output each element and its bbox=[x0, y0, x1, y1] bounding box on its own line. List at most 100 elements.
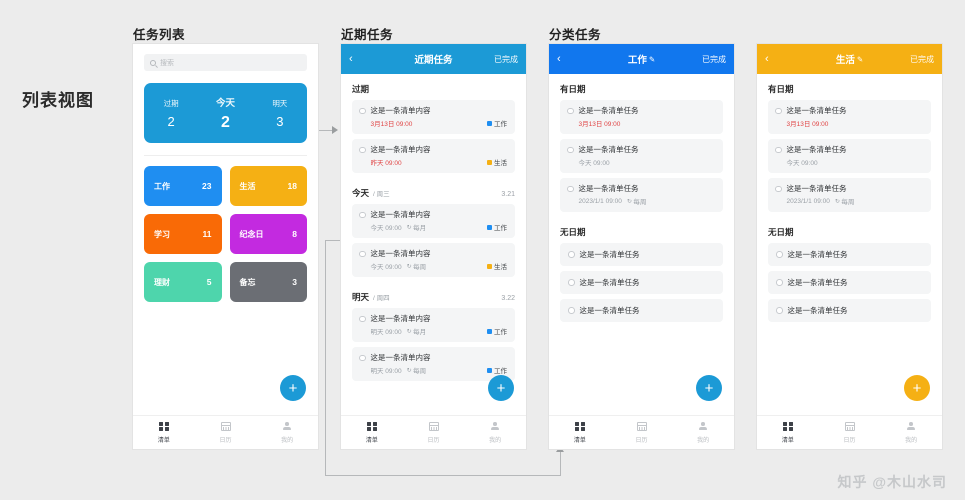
task-checkbox[interactable] bbox=[776, 307, 783, 314]
task-row[interactable]: 这是一条清单任务 bbox=[560, 299, 723, 322]
task-checkbox[interactable] bbox=[568, 251, 575, 258]
category-tile-2[interactable]: 学习 11 bbox=[144, 214, 222, 254]
tab-日历[interactable]: 日历 bbox=[611, 421, 673, 444]
task-row[interactable]: 这是一条清单任务 2023/1/1 09:00 ↻ 每周 bbox=[560, 178, 723, 212]
category-tile-4[interactable]: 理财 5 bbox=[144, 262, 222, 302]
task-time: 今天 09:00 bbox=[370, 225, 402, 232]
tab-我的[interactable]: 我的 bbox=[464, 421, 526, 444]
task-row[interactable]: 这是一条清单任务 bbox=[768, 243, 931, 266]
task-meta: 昨天 09:00 bbox=[371, 157, 482, 167]
tab-我的[interactable]: 我的 bbox=[256, 421, 318, 444]
tab-日历[interactable]: 日历 bbox=[403, 421, 465, 444]
task-list[interactable]: 有日期 这是一条清单任务 3月13日 09:00 这是一条清单任务 今天 09:00 这是… bbox=[757, 74, 942, 415]
task-row[interactable]: 这是一条清单内容 明天 09:00 ↻ 每月 工作 bbox=[352, 308, 515, 342]
task-checkbox[interactable] bbox=[567, 146, 574, 153]
task-text: 这是一条清单内容 bbox=[370, 210, 431, 219]
task-row[interactable]: 这是一条清单内容 昨天 09:00 生活 bbox=[352, 139, 515, 173]
task-tag: 工作 bbox=[486, 365, 507, 375]
task-checkbox[interactable] bbox=[776, 279, 783, 286]
task-meta: 3月13日 09:00 bbox=[371, 118, 482, 128]
completed-link[interactable]: 已完成 bbox=[494, 54, 518, 65]
tag-label: 工作 bbox=[494, 225, 507, 232]
task-checkbox[interactable] bbox=[567, 185, 574, 192]
repeat-label: 每周 bbox=[413, 264, 427, 271]
task-row[interactable]: 这是一条清单任务 bbox=[560, 243, 723, 266]
task-row[interactable]: 这是一条清单内容 3月13日 09:00 工作 bbox=[352, 100, 515, 134]
category-tile-5[interactable]: 备忘 3 bbox=[229, 262, 307, 302]
tab-我的[interactable]: 我的 bbox=[672, 421, 734, 444]
task-checkbox[interactable] bbox=[359, 107, 366, 114]
completed-link[interactable]: 已完成 bbox=[910, 54, 934, 65]
tab-清单[interactable]: 清单 bbox=[133, 421, 195, 444]
category-tile-0[interactable]: 工作 23 bbox=[144, 166, 222, 206]
summary-col-2[interactable]: 明天 3 bbox=[253, 98, 307, 129]
search-input[interactable]: 搜索 bbox=[144, 54, 307, 71]
add-task-fab[interactable]: + bbox=[904, 375, 930, 401]
task-row[interactable]: 这是一条清单任务 2023/1/1 09:00 ↻ 每周 bbox=[768, 178, 931, 212]
tag-label: 工作 bbox=[494, 329, 507, 336]
task-row[interactable]: 这是一条清单内容 明天 09:00 ↻ 每周 工作 bbox=[352, 347, 515, 381]
category-tile-3[interactable]: 纪念日 8 bbox=[229, 214, 307, 254]
edit-pencil-icon[interactable]: ✎ bbox=[649, 55, 655, 64]
repeat-label: 每周 bbox=[413, 368, 427, 375]
task-row[interactable]: 这是一条清单任务 bbox=[560, 271, 723, 294]
task-checkbox[interactable] bbox=[359, 211, 366, 218]
task-row[interactable]: 这是一条清单任务 3月13日 09:00 bbox=[768, 100, 931, 134]
task-repeat: ↻ 每月 bbox=[407, 222, 427, 233]
group-label: 今天 bbox=[352, 188, 370, 198]
summary-card[interactable]: 过期 2 今天 2 明天 3 bbox=[144, 83, 307, 143]
edit-pencil-icon[interactable]: ✎ bbox=[857, 55, 863, 64]
add-task-fab[interactable]: + bbox=[488, 375, 514, 401]
task-row[interactable]: 这是一条清单内容 今天 09:00 ↻ 每月 工作 bbox=[352, 204, 515, 238]
task-checkbox[interactable] bbox=[775, 185, 782, 192]
tab-清单[interactable]: 清单 bbox=[757, 421, 819, 444]
task-row[interactable]: 这是一条清单任务 3月13日 09:00 bbox=[560, 100, 723, 134]
back-icon[interactable]: ‹ bbox=[349, 53, 369, 65]
task-repeat: ↻ 每周 bbox=[407, 261, 427, 272]
summary-col-1[interactable]: 今天 2 bbox=[198, 95, 252, 132]
task-row[interactable]: 这是一条清单任务 今天 09:00 bbox=[560, 139, 723, 173]
group-label: 无日期 bbox=[560, 227, 586, 237]
tab-我的[interactable]: 我的 bbox=[880, 421, 942, 444]
task-checkbox[interactable] bbox=[359, 315, 366, 322]
tile-label: 生活 bbox=[239, 181, 256, 191]
tab-日历[interactable]: 日历 bbox=[195, 421, 257, 444]
add-task-fab[interactable]: + bbox=[280, 375, 306, 401]
back-icon[interactable]: ‹ bbox=[557, 53, 577, 65]
task-list[interactable]: 过期 这是一条清单内容 3月13日 09:00 工作 这是一条清单内容 昨天 09:00 生… bbox=[341, 74, 526, 415]
task-content: 这是一条清单任务 今天 09:00 bbox=[579, 145, 716, 167]
tab-label: 我的 bbox=[281, 438, 294, 444]
task-list[interactable]: 有日期 这是一条清单任务 3月13日 09:00 这是一条清单任务 今天 09:00 这是… bbox=[549, 74, 734, 415]
back-icon[interactable]: ‹ bbox=[765, 53, 785, 65]
task-checkbox[interactable] bbox=[775, 146, 782, 153]
tab-日历[interactable]: 日历 bbox=[819, 421, 881, 444]
task-row[interactable]: 这是一条清单内容 今天 09:00 ↻ 每周 生活 bbox=[352, 243, 515, 277]
category-tile-1[interactable]: 生活 18 bbox=[229, 166, 307, 206]
task-row[interactable]: 这是一条清单任务 今天 09:00 bbox=[768, 139, 931, 173]
calendar-icon bbox=[819, 421, 881, 432]
arrow-right-icon bbox=[332, 126, 338, 134]
tag-color-swatch bbox=[486, 263, 492, 269]
connector-branch-down bbox=[325, 240, 326, 476]
task-checkbox[interactable] bbox=[568, 279, 575, 286]
tab-清单[interactable]: 清单 bbox=[341, 421, 403, 444]
add-task-fab[interactable]: + bbox=[696, 375, 722, 401]
task-checkbox[interactable] bbox=[359, 146, 366, 153]
summary-col-0[interactable]: 过期 2 bbox=[144, 98, 198, 129]
task-meta: 2023/1/1 09:00 ↻ 每周 bbox=[579, 196, 716, 207]
task-checkbox[interactable] bbox=[359, 354, 366, 361]
tile-count: 8 bbox=[292, 229, 297, 239]
task-row[interactable]: 这是一条清单任务 bbox=[768, 299, 931, 322]
task-row[interactable]: 这是一条清单任务 bbox=[768, 271, 931, 294]
task-checkbox[interactable] bbox=[776, 251, 783, 258]
group-subtitle: / 周四 bbox=[373, 295, 390, 302]
tab-清单[interactable]: 清单 bbox=[549, 421, 611, 444]
calendar-icon bbox=[611, 421, 673, 432]
task-checkbox[interactable] bbox=[568, 307, 575, 314]
app-header: ‹ 工作 ✎ 已完成 bbox=[549, 44, 734, 74]
completed-link[interactable]: 已完成 bbox=[702, 54, 726, 65]
task-checkbox[interactable] bbox=[775, 107, 782, 114]
task-checkbox[interactable] bbox=[359, 250, 366, 257]
group-title: 过期 bbox=[341, 74, 526, 100]
task-checkbox[interactable] bbox=[567, 107, 574, 114]
